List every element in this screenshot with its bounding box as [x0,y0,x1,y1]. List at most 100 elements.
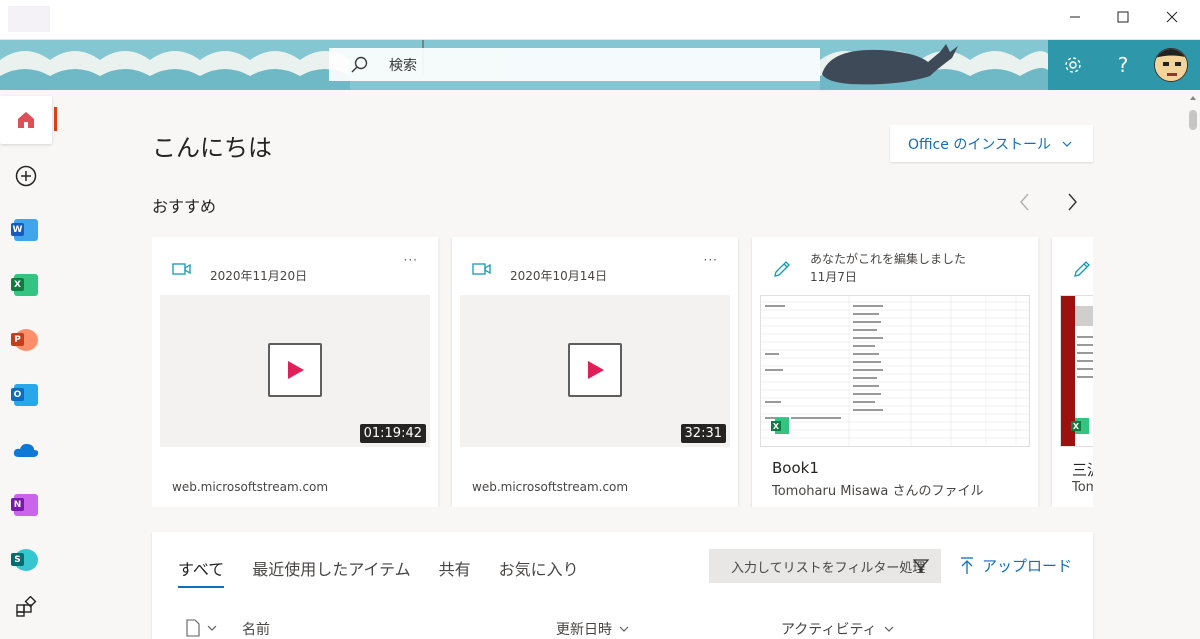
chevron-down-icon [884,626,894,632]
card-source: web.microsoftstream.com [472,480,629,494]
scrollbar[interactable] [1186,90,1200,639]
rail-item-onedrive[interactable] [0,426,52,474]
column-activity-label: アクティビティ [781,622,877,638]
settings-button[interactable] [1048,40,1098,90]
rail-item-outlook[interactable]: O [0,371,52,419]
rail-item-create[interactable] [0,152,52,200]
column-modified[interactable]: 更新日時 [556,619,630,639]
file-name[interactable]: Book1 [772,459,819,477]
outlook-icon: O [11,384,38,406]
more-options-icon[interactable]: ··· [704,253,718,267]
onenote-icon: N [11,494,38,516]
recommended-card[interactable]: 2020年11月20日 ··· 01:19:42 web.microsoftst… [152,237,438,507]
minimize-icon [1070,16,1080,18]
file-list-panel: すべて 最近使用したアイテム 共有 お気に入り 入力してリストをフィルター処理 … [152,532,1093,639]
recommended-card[interactable]: あなたがこれを編集しました 11月7日 X Book1 Tomoharu Mis… [752,237,1038,507]
avatar[interactable] [1154,48,1188,82]
powerpoint-icon: P [11,329,38,351]
column-activity[interactable]: アクティビティ [781,619,895,639]
page-title: こんにちは [152,134,272,162]
maximize-icon [1117,11,1129,23]
excel-icon: X [11,274,38,296]
edit-pencil-icon [774,261,790,277]
recommended-heading: おすすめ [152,197,217,216]
maximize-button[interactable] [1099,0,1147,34]
filter-placeholder: 入力してリストをフィルター処理 [731,560,926,576]
chevron-left-icon [1020,193,1029,211]
card-activity: あなたがこれを編集しました [810,252,967,266]
chevron-down-icon [619,626,629,632]
carousel-previous-button[interactable] [1015,192,1035,212]
column-name[interactable]: 名前 [242,619,270,639]
rail-item-all-apps[interactable] [0,583,52,631]
card-thumbnail: 32:31 [460,295,730,447]
column-modified-label: 更新日時 [556,622,612,638]
app-title-area [8,6,50,32]
column-file-type[interactable] [186,619,218,637]
excel-icon: X [771,418,789,434]
help-icon: ? [1117,53,1129,77]
more-options-icon[interactable]: ··· [404,253,418,267]
card-date: 2020年11月20日 [210,269,308,283]
recommended-carousel: 2020年11月20日 ··· 01:19:42 web.microsoftst… [152,237,1093,507]
svg-text:X: X [773,422,780,431]
chevron-down-icon [207,625,217,631]
tab-recent[interactable]: 最近使用したアイテム [252,556,410,588]
active-indicator [54,107,57,131]
card-source: web.microsoftstream.com [172,480,329,494]
title-bar [0,0,1200,40]
search-icon [351,56,368,72]
tab-shared[interactable]: 共有 [439,556,471,588]
close-button[interactable] [1148,0,1196,34]
scrollbar-thumb[interactable] [1189,110,1197,130]
card-date: 2020年10月14日 [510,269,608,283]
video-duration: 01:19:42 [359,424,426,443]
chevron-right-icon [1068,193,1077,211]
home-icon [18,112,34,128]
file-owner: Tom [1072,480,1093,495]
rail-item-word[interactable]: W [0,206,52,254]
file-owner: Tomoharu Misawa さんのファイル [772,484,984,499]
help-button[interactable]: ? [1098,40,1148,90]
tab-favorites[interactable]: お気に入り [499,556,579,588]
card-thumbnail: X [1060,295,1093,447]
card-date: 11月7日 [810,270,857,284]
card-thumbnail: X [760,295,1030,447]
search-box[interactable]: 検索 [329,48,820,81]
rail-item-home[interactable] [0,96,52,144]
rail-item-onenote[interactable]: N [0,481,52,529]
spreadsheet-preview: X [761,296,1029,446]
play-icon [268,343,322,397]
install-office-label: Office のインストール [908,136,1052,153]
profile-picture [1155,49,1187,81]
close-icon [1166,11,1178,23]
upload-button[interactable]: アップロード [960,555,1072,576]
cloud-icon [13,443,39,457]
file-name[interactable]: 三沢 [1072,459,1093,480]
word-icon: W [11,219,38,241]
minimize-button[interactable] [1051,0,1099,34]
plus-circle-icon [15,165,37,187]
chevron-down-icon [1062,141,1072,147]
video-icon [472,263,491,275]
apps-icon [16,596,37,617]
recommended-card[interactable]: X 三沢 Tom [1052,237,1093,507]
search-placeholder: 検索 [389,57,417,74]
header-actions: ? [1048,40,1200,90]
rail-item-excel[interactable]: X [0,261,52,309]
sharepoint-icon: S [11,549,38,571]
rail-item-sharepoint[interactable]: S [0,536,52,584]
spreadsheet-preview: X [1061,296,1093,446]
recommended-card[interactable]: 2020年10月14日 ··· 32:31 web.microsoftstrea… [452,237,738,507]
rail-item-powerpoint[interactable]: P [0,316,52,364]
upload-label: アップロード [982,557,1073,575]
video-duration: 32:31 [680,424,726,443]
play-icon [568,343,622,397]
edit-pencil-icon [1074,261,1090,277]
install-office-button[interactable]: Office のインストール [890,125,1093,162]
carousel-next-button[interactable] [1062,192,1082,212]
app-launcher-rail: W X P O N S [0,90,52,639]
tab-all[interactable]: すべて [178,556,225,588]
scroll-up-icon[interactable] [1190,96,1196,100]
filter-input[interactable]: 入力してリストをフィルター処理 [709,549,941,583]
